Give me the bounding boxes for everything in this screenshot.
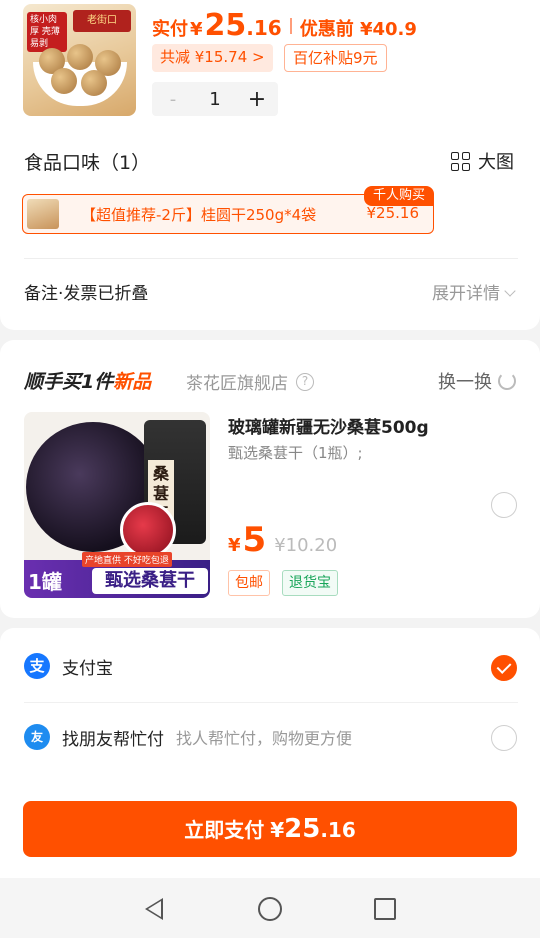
payment-method-label: 找朋友帮忙付 xyxy=(62,729,164,750)
flavor-section-title: 食品口味（1） xyxy=(24,152,151,174)
recent-apps-icon[interactable] xyxy=(374,898,396,920)
grid-icon xyxy=(451,151,470,171)
refresh-icon xyxy=(498,372,516,390)
upsell-title-prefix: 顺手买1件 xyxy=(24,371,114,393)
thumb-badge: 核小肉厚 壳薄易剥 xyxy=(27,12,67,52)
flavor-option-label: 【超值推荐-2斤】桂圆干250g*4袋 xyxy=(81,206,317,224)
payment-method-friend-pay[interactable]: 友 找朋友帮忙付 找人帮忙付，购物更方便 xyxy=(24,724,352,750)
longan-image xyxy=(81,70,107,96)
order-card: 核小肉厚 壳薄易剥 老街口 实付 ¥ 25 .16 优惠前 ¥40.9 共减 ¥… xyxy=(0,0,540,330)
currency-symbol: ¥ xyxy=(190,19,203,40)
big-view-label: 大图 xyxy=(478,152,514,173)
decrease-button[interactable]: - xyxy=(152,89,194,110)
divider xyxy=(24,258,518,259)
friend-pay-icon: 友 xyxy=(24,724,50,750)
upsell-title: 顺手买1件新品 xyxy=(24,367,151,394)
price-integer: 25 xyxy=(204,8,247,43)
expand-details-label: 展开详情 xyxy=(432,284,500,304)
mulberry-closeup-image xyxy=(120,502,176,558)
popular-badge: 千人购买 xyxy=(364,186,434,206)
actual-price: 实付 ¥ 25 .16 优惠前 ¥40.9 xyxy=(152,8,417,43)
longan-image xyxy=(51,68,77,94)
payment-method-label: 支付宝 xyxy=(62,658,113,679)
upsell-original-price: ¥10.20 xyxy=(274,535,338,556)
flavor-option-image xyxy=(27,199,59,229)
upsell-select-radio[interactable] xyxy=(491,492,517,518)
home-icon[interactable] xyxy=(258,897,282,921)
increase-button[interactable]: + xyxy=(236,87,278,112)
upsell-price: ¥ 5 ¥10.20 xyxy=(228,520,337,560)
currency-symbol: ¥ xyxy=(228,535,241,556)
actual-price-label: 实付 xyxy=(152,19,188,40)
pay-now-button[interactable]: 立即支付 ¥ 25 .16 xyxy=(23,801,517,857)
flavor-option-price: ¥25.16 xyxy=(366,204,420,222)
upsell-product-image[interactable]: 桑葚干 产地直供 不好吃包退 1罐 甄选桑葚干 xyxy=(24,412,210,598)
pre-discount-price: 优惠前 ¥40.9 xyxy=(299,19,417,40)
divider xyxy=(24,702,518,703)
swap-button[interactable]: 换一换 xyxy=(438,368,516,394)
system-nav-bar xyxy=(0,878,540,938)
image-sub-badge: 产地直供 不好吃包退 xyxy=(82,552,172,567)
image-banner-count: 1罐 xyxy=(28,570,62,594)
pay-amount-decimal: .16 xyxy=(320,818,356,842)
payment-card: 支 支付宝 友 找朋友帮忙付 找人帮忙付，购物更方便 立即支付 ¥ 25 .16 xyxy=(0,628,540,878)
alipay-radio[interactable] xyxy=(491,655,517,681)
currency-symbol: ¥ xyxy=(270,818,285,842)
pay-now-label: 立即支付 xyxy=(184,818,265,842)
longan-image xyxy=(67,44,93,70)
shop-name: 茶花匠旗舰店 ? xyxy=(186,369,314,394)
free-shipping-tag: 包邮 xyxy=(228,570,270,596)
shop-name-label: 茶花匠旗舰店 xyxy=(186,374,288,394)
upsell-product-spec: 甄选桑葚干（1瓶）; xyxy=(228,444,363,462)
product-thumbnail[interactable]: 核小肉厚 壳薄易剥 老街口 xyxy=(23,4,136,116)
alipay-icon: 支 xyxy=(24,653,50,679)
payment-method-alipay[interactable]: 支 支付宝 xyxy=(24,653,113,679)
price-decimal: .16 xyxy=(246,16,282,40)
big-view-button[interactable]: 大图 xyxy=(451,148,514,174)
help-icon[interactable]: ? xyxy=(296,372,314,391)
remark-invoice-label: 备注·发票已折叠 xyxy=(24,284,149,304)
upsell-card: 顺手买1件新品 茶花匠旗舰店 ? 换一换 桑葚干 产地直供 不好吃包退 1罐 甄… xyxy=(0,340,540,618)
image-banner-text: 甄选桑葚干 xyxy=(92,568,208,594)
upsell-product-name[interactable]: 玻璃罐新疆无沙桑葚500g xyxy=(228,413,429,438)
pay-amount-integer: 25 xyxy=(284,814,321,844)
thumb-brand-logo: 老街口 xyxy=(73,10,131,32)
friend-pay-radio[interactable] xyxy=(491,725,517,751)
upsell-title-new: 新品 xyxy=(113,371,152,393)
quantity-stepper: - 1 + xyxy=(152,82,278,116)
quantity-value[interactable]: 1 xyxy=(194,89,236,110)
total-discount-tag[interactable]: 共减 ¥15.74 > xyxy=(152,44,273,72)
back-icon[interactable] xyxy=(145,898,163,920)
subsidy-tag: 百亿补贴9元 xyxy=(284,44,387,72)
expand-details-button[interactable]: 展开详情 xyxy=(432,279,516,304)
return-insurance-tag: 退货宝 xyxy=(282,570,338,596)
chevron-down-icon xyxy=(504,285,516,297)
swap-label: 换一换 xyxy=(438,372,492,393)
payment-method-hint: 找人帮忙付，购物更方便 xyxy=(176,729,353,748)
price-separator xyxy=(289,17,292,34)
upsell-price-value: 5 xyxy=(242,520,267,560)
